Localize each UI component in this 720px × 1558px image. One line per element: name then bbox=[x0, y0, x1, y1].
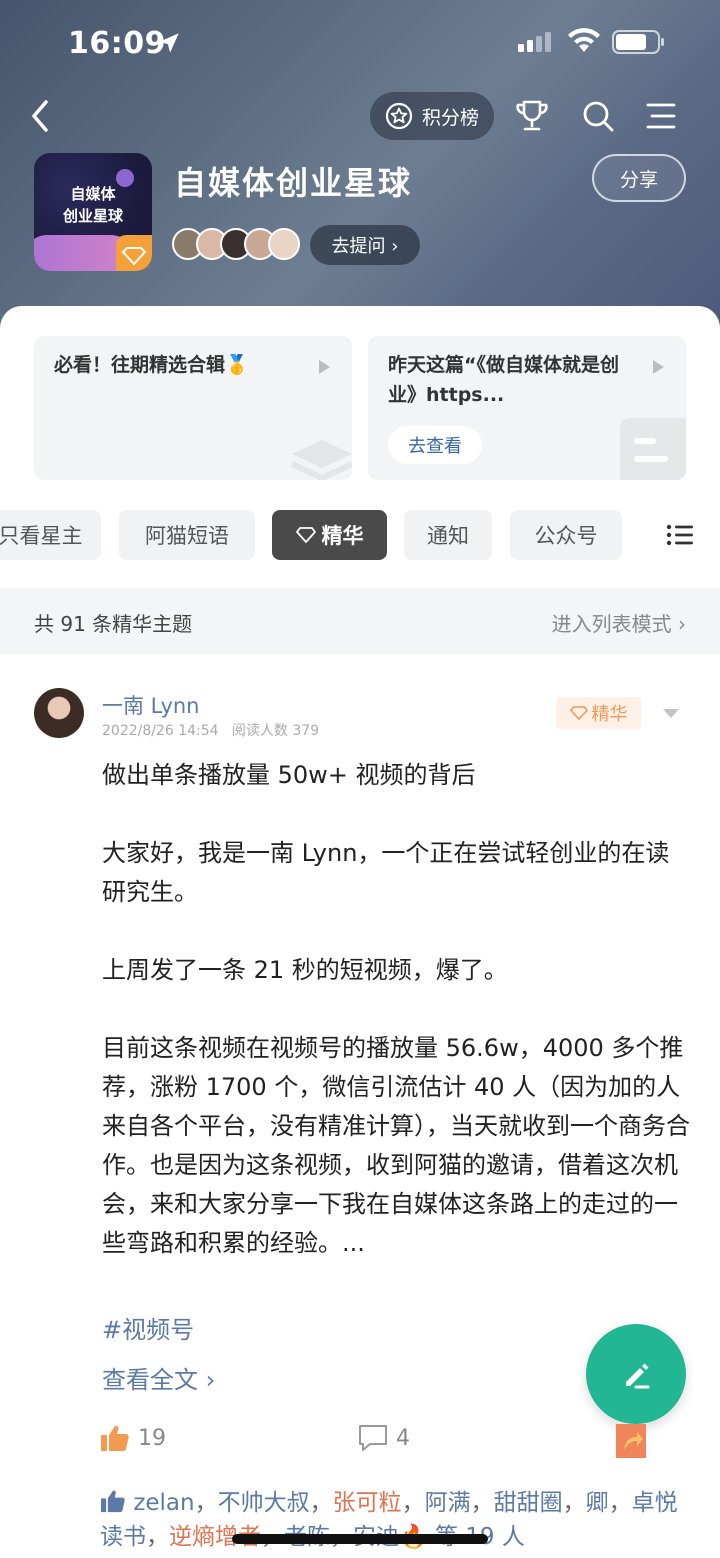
play-icon bbox=[653, 360, 664, 374]
location-arrow-icon bbox=[159, 33, 179, 53]
tab-owner-only[interactable]: 只看星主 bbox=[0, 510, 101, 560]
post-body: 做出单条播放量 50w+ 视频的背后 大家好，我是一南 Lynn，一个正在尝试轻… bbox=[102, 756, 692, 1263]
menu-icon[interactable] bbox=[644, 100, 678, 132]
comment-icon bbox=[359, 1425, 387, 1451]
post-paragraph: 目前这条视频在视频号的播放量 56.6w，4000 多个推荐，涨粉 1700 个… bbox=[102, 1034, 690, 1257]
liker-name[interactable]: zelan bbox=[133, 1490, 194, 1516]
view-button[interactable]: 去查看 bbox=[388, 426, 482, 464]
avatar bbox=[268, 228, 300, 260]
featured-badge: 精华 bbox=[556, 697, 641, 729]
pencil-icon bbox=[626, 1363, 650, 1389]
tab-featured[interactable]: 精华 bbox=[272, 510, 387, 560]
leaderboard-label: 积分榜 bbox=[422, 106, 480, 129]
share-arrow-icon[interactable] bbox=[616, 1424, 646, 1458]
read-more-link[interactable]: 查看全文 › bbox=[102, 1360, 215, 1395]
member-avatars[interactable] bbox=[172, 228, 300, 262]
group-avatar: 自媒体 创业星球 bbox=[34, 153, 152, 271]
search-icon[interactable] bbox=[580, 98, 616, 134]
card-title: 昨天这篇“《做自媒体就是创业》https... bbox=[388, 354, 619, 406]
liker-name[interactable]: 张可粒 bbox=[333, 1490, 402, 1516]
document-decoration-icon bbox=[620, 418, 686, 480]
post-paragraph: 上周发了一条 21 秒的短视频，爆了。 bbox=[102, 956, 508, 984]
liker-name[interactable]: 甜甜圈 bbox=[494, 1490, 563, 1516]
post-meta: 2022/8/26 14:54 阅读人数 379 bbox=[102, 723, 320, 739]
like-count: 19 bbox=[138, 1425, 166, 1451]
featured-card[interactable]: 昨天这篇“《做自媒体就是创业》https... 去查看 bbox=[368, 336, 686, 480]
like-button[interactable]: 19 bbox=[100, 1424, 166, 1452]
list-icon bbox=[666, 524, 693, 546]
leaderboard-button[interactable]: 积分榜 bbox=[370, 92, 494, 140]
compose-button[interactable] bbox=[586, 1324, 686, 1424]
diamond-badge-icon bbox=[116, 235, 152, 271]
hashtag-link[interactable]: #视频号 bbox=[102, 1310, 194, 1345]
featured-count-bar: 共 91 条精华主题 进入列表模式 › bbox=[0, 588, 720, 654]
featured-badge-label: 精华 bbox=[591, 704, 628, 725]
group-title: 自媒体创业星球 bbox=[174, 164, 413, 202]
star-badge-icon bbox=[385, 102, 413, 130]
comment-count: 4 bbox=[396, 1425, 410, 1451]
home-indicator bbox=[232, 1534, 488, 1544]
featured-card[interactable]: 必看！往期精选合辑🥇 bbox=[34, 336, 352, 480]
group-avatar-text: 自媒体 创业星球 bbox=[62, 185, 123, 225]
list-mode-link[interactable]: 进入列表模式 › bbox=[552, 608, 686, 637]
tab-featured-label: 精华 bbox=[321, 524, 364, 548]
liker-name[interactable]: 卿 bbox=[586, 1490, 609, 1516]
post-paragraph: 大家好，我是一南 Lynn，一个正在尝试轻创业的在读研究生。 bbox=[102, 839, 670, 906]
thumbs-up-icon bbox=[101, 1425, 129, 1451]
back-icon[interactable] bbox=[26, 98, 56, 134]
share-button[interactable]: 分享 bbox=[592, 154, 686, 202]
liker-name[interactable]: 不帅大叔 bbox=[218, 1490, 310, 1516]
liker-name[interactable]: 阿满 bbox=[425, 1490, 471, 1516]
diamond-icon bbox=[295, 527, 316, 543]
card-title: 必看！往期精选合辑🥇 bbox=[54, 354, 249, 376]
status-time: 16:09 bbox=[68, 26, 166, 61]
cellular-signal-icon bbox=[518, 32, 551, 52]
comment-button[interactable]: 4 bbox=[358, 1424, 410, 1452]
stack-decoration-icon bbox=[290, 440, 352, 480]
thumbs-up-icon bbox=[101, 1490, 125, 1513]
author-name[interactable]: 一南 Lynn bbox=[102, 690, 200, 720]
featured-count: 共 91 条精华主题 bbox=[34, 612, 193, 636]
battery-icon bbox=[612, 30, 664, 54]
post-paragraph: 做出单条播放量 50w+ 视频的背后 bbox=[102, 761, 476, 789]
wifi-icon bbox=[568, 28, 600, 52]
play-icon bbox=[319, 360, 330, 374]
ask-question-button[interactable]: 去提问 › bbox=[310, 225, 420, 265]
tab-official-account[interactable]: 公众号 bbox=[510, 510, 622, 560]
tab-notice[interactable]: 通知 bbox=[404, 510, 492, 560]
trophy-icon[interactable] bbox=[514, 98, 550, 134]
diamond-icon bbox=[569, 706, 588, 720]
tab-amao-short[interactable]: 阿猫短语 bbox=[119, 510, 255, 560]
post-options-caret-icon[interactable] bbox=[663, 709, 679, 718]
tab-list-button[interactable] bbox=[640, 510, 720, 560]
author-avatar[interactable] bbox=[34, 688, 84, 738]
